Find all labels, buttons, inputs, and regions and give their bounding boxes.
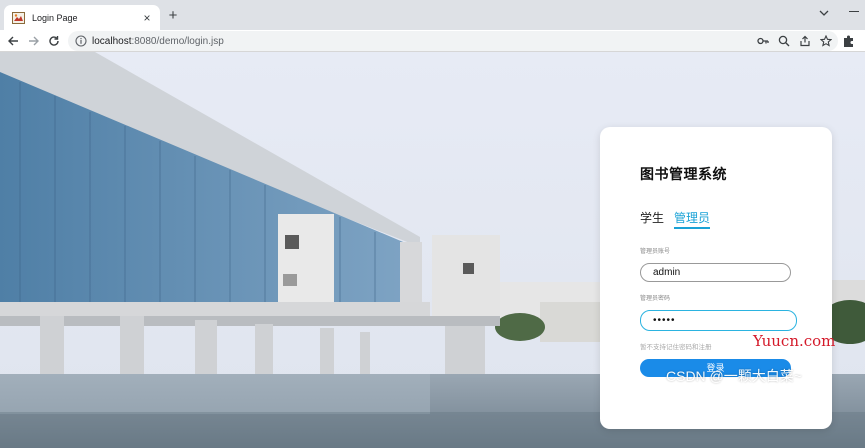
url-text[interactable]: localhost:8080/demo/login.jsp bbox=[92, 36, 224, 47]
url-host: localhost bbox=[92, 36, 132, 47]
browser-tab-bar: Login Page × + bbox=[0, 0, 865, 30]
new-tab-button[interactable]: + bbox=[165, 8, 181, 24]
forward-button[interactable] bbox=[26, 33, 42, 49]
url-path: :8080/demo/login.jsp bbox=[131, 36, 224, 47]
address-bar[interactable]: localhost:8080/demo/login.jsp bbox=[68, 31, 838, 51]
password-input[interactable]: ••••• bbox=[640, 310, 797, 331]
reload-icon bbox=[49, 36, 59, 46]
account-label: 管理员账号 bbox=[640, 249, 671, 255]
back-button[interactable] bbox=[5, 33, 21, 49]
watermark-csdn: CSDN @一颗大白菜~ bbox=[666, 368, 802, 384]
key-icon[interactable] bbox=[756, 34, 769, 47]
info-icon[interactable] bbox=[75, 35, 87, 47]
page-favicon-icon bbox=[12, 11, 25, 24]
chevron-down-icon[interactable] bbox=[816, 5, 832, 21]
watermark-yuucn: Yuucn.com bbox=[753, 332, 836, 350]
tab-student[interactable]: 学生 bbox=[640, 209, 664, 227]
reload-button[interactable] bbox=[46, 33, 62, 49]
tab-admin[interactable]: 管理员 bbox=[674, 209, 711, 229]
browser-toolbar: localhost:8080/demo/login.jsp bbox=[0, 30, 865, 52]
password-label: 管理员密码 bbox=[640, 296, 671, 302]
arrow-right-icon bbox=[29, 36, 39, 46]
system-title: 图书管理系统 bbox=[640, 166, 727, 182]
hint-text: 暂不支持记住密码和注册 bbox=[640, 344, 712, 351]
share-icon[interactable] bbox=[798, 34, 811, 47]
puzzle-icon[interactable] bbox=[842, 34, 856, 48]
tab-title: Login Page bbox=[32, 12, 78, 23]
close-tab-icon[interactable]: × bbox=[140, 11, 154, 25]
page-viewport: 图书管理系统 学生 管理员 管理员账号 admin 管理员密码 ••••• 暂不… bbox=[0, 52, 865, 448]
arrow-left-icon bbox=[8, 36, 18, 46]
browser-tab[interactable]: Login Page × bbox=[4, 5, 160, 30]
zoom-icon[interactable] bbox=[777, 34, 790, 47]
account-input[interactable]: admin bbox=[640, 263, 791, 282]
star-icon[interactable] bbox=[819, 34, 832, 47]
minimize-icon[interactable] bbox=[849, 11, 859, 12]
